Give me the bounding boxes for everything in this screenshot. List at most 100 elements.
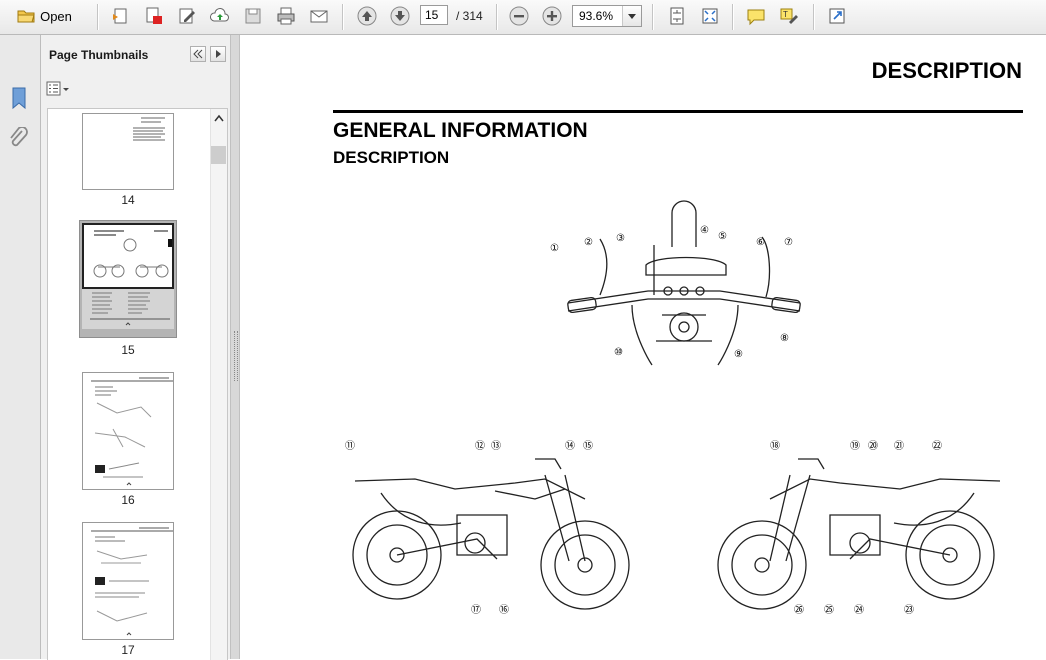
- callout: ②: [584, 237, 593, 248]
- header-rule: [333, 110, 1023, 113]
- panel-forward-button[interactable]: [210, 46, 226, 62]
- upload-icon: [210, 7, 229, 22]
- full-screen-icon: [702, 8, 718, 24]
- scroll-up-icon[interactable]: [214, 114, 224, 122]
- open-label: Open: [40, 8, 72, 24]
- callout: ⑤: [718, 231, 727, 242]
- expand-icon: [829, 8, 845, 24]
- callout: ⑰: [471, 604, 481, 616]
- expand-button[interactable]: [825, 4, 849, 28]
- callout: ㉑: [894, 440, 904, 452]
- toolbar: Open 15 / 314 93.6% T: [0, 0, 1046, 35]
- create-pdf-icon: [113, 8, 127, 24]
- thumbnail-scrollbar[interactable]: [210, 109, 227, 660]
- callout: ㉕: [824, 604, 834, 616]
- document-page: DESCRIPTION GENERAL INFORMATION DESCRIPT…: [240, 35, 1046, 659]
- save-button[interactable]: [241, 4, 265, 28]
- section-heading: GENERAL INFORMATION: [333, 119, 588, 142]
- convert-icon: [146, 7, 162, 24]
- callout: ⑩: [614, 347, 623, 358]
- print-button[interactable]: [274, 4, 298, 28]
- zoom-value: 93.6%: [579, 9, 614, 23]
- callout: ⑭: [565, 440, 575, 452]
- callout: ㉓: [904, 604, 914, 616]
- thumbnail-page-15-lower: [82, 289, 174, 329]
- thumbnail-page-15[interactable]: [82, 223, 174, 289]
- save-icon: [245, 8, 261, 24]
- thumbnail-label: 17: [121, 643, 135, 657]
- callout: ⑦: [784, 237, 793, 248]
- callout: ⑮: [583, 440, 593, 452]
- callout: ㉒: [932, 440, 942, 452]
- upload-button[interactable]: [208, 4, 232, 28]
- chevron-right-icon: [216, 50, 221, 58]
- highlight-button[interactable]: T: [777, 4, 801, 28]
- scrollbar-thumb[interactable]: [211, 146, 226, 164]
- callout: ⑪: [345, 440, 355, 452]
- callout: ⑫: [475, 440, 485, 452]
- previous-page-icon: [357, 6, 377, 26]
- next-page-button[interactable]: [387, 4, 413, 28]
- motorcycle-right-view: ⑱ ⑲ ⑳ ㉑ ㉒ ㉓ ㉔ ㉕ ㉖: [717, 440, 1001, 616]
- options-icon: [46, 81, 69, 96]
- attachment-icon[interactable]: [8, 127, 30, 153]
- zoom-in-button[interactable]: [539, 4, 565, 28]
- email-icon: [310, 10, 328, 23]
- previous-page-button[interactable]: [354, 4, 380, 28]
- panel-header: Page Thumbnails: [41, 35, 230, 75]
- convert-button[interactable]: [142, 4, 166, 28]
- callout: ⑱: [770, 440, 780, 452]
- callout: ⑳: [868, 440, 878, 452]
- page-thumbnails-panel: Page Thumbnails 14 15 16 17: [41, 35, 230, 660]
- section-subheading: DESCRIPTION: [333, 148, 450, 167]
- open-folder-icon: [17, 10, 35, 23]
- full-screen-button[interactable]: [698, 4, 722, 28]
- page-header-title: DESCRIPTION: [871, 58, 1022, 83]
- callout: ⑧: [780, 333, 789, 344]
- callout: ⑨: [734, 349, 743, 360]
- fit-page-icon: [670, 7, 684, 25]
- svg-text:T: T: [783, 10, 788, 19]
- create-pdf-button[interactable]: [109, 4, 133, 28]
- zoom-in-icon: [542, 6, 562, 26]
- double-chevron-left-icon: [193, 49, 203, 59]
- next-page-icon: [390, 6, 410, 26]
- callout: ⑯: [499, 604, 509, 616]
- panel-splitter[interactable]: [230, 35, 240, 659]
- callout: ㉔: [854, 604, 864, 616]
- motorcycle-left-view: ⑪ ⑫ ⑬ ⑭ ⑮ ⑯ ⑰: [345, 440, 630, 616]
- callout: ④: [700, 225, 709, 236]
- comment-button[interactable]: [744, 4, 768, 28]
- zoom-out-icon: [509, 6, 529, 26]
- thumbnail-page-14[interactable]: [82, 113, 174, 190]
- print-icon: [277, 7, 295, 25]
- callout: ③: [616, 233, 625, 244]
- edit-icon: [179, 8, 195, 24]
- handlebar-illustration: ① ② ③ ④ ⑤ ⑥ ⑦ ⑧ ⑨ ⑩: [550, 200, 801, 366]
- callout: ㉖: [794, 604, 804, 616]
- callout: ⑬: [491, 440, 501, 452]
- open-button[interactable]: Open: [6, 4, 82, 28]
- page-total: / 314: [456, 9, 483, 23]
- callout: ⑥: [756, 237, 765, 248]
- highlight-icon: T: [780, 8, 798, 24]
- collapse-panel-button[interactable]: [190, 46, 206, 62]
- thumbnail-page-16[interactable]: [82, 372, 174, 490]
- thumbnail-label: 15: [121, 343, 135, 357]
- page-number-input[interactable]: 15: [420, 5, 448, 25]
- fit-page-button[interactable]: [665, 4, 689, 28]
- options-menu-button[interactable]: [45, 79, 73, 101]
- left-view-callouts: ⑪ ⑫ ⑬ ⑭ ⑮ ⑯ ⑰: [345, 440, 593, 616]
- zoom-out-button[interactable]: [506, 4, 532, 28]
- thumbnail-list: 14 15 16 17: [47, 108, 228, 660]
- callout: ①: [550, 243, 559, 254]
- panel-title: Page Thumbnails: [49, 48, 149, 62]
- thumbnail-label: 14: [121, 193, 135, 207]
- zoom-select[interactable]: 93.6%: [572, 5, 642, 27]
- thumbnail-page-17[interactable]: [82, 522, 174, 640]
- chevron-down-icon[interactable]: [622, 6, 641, 26]
- email-button[interactable]: [307, 4, 331, 28]
- bookmark-icon[interactable]: [9, 86, 29, 110]
- edit-button[interactable]: [175, 4, 199, 28]
- navigation-strip: [0, 35, 41, 659]
